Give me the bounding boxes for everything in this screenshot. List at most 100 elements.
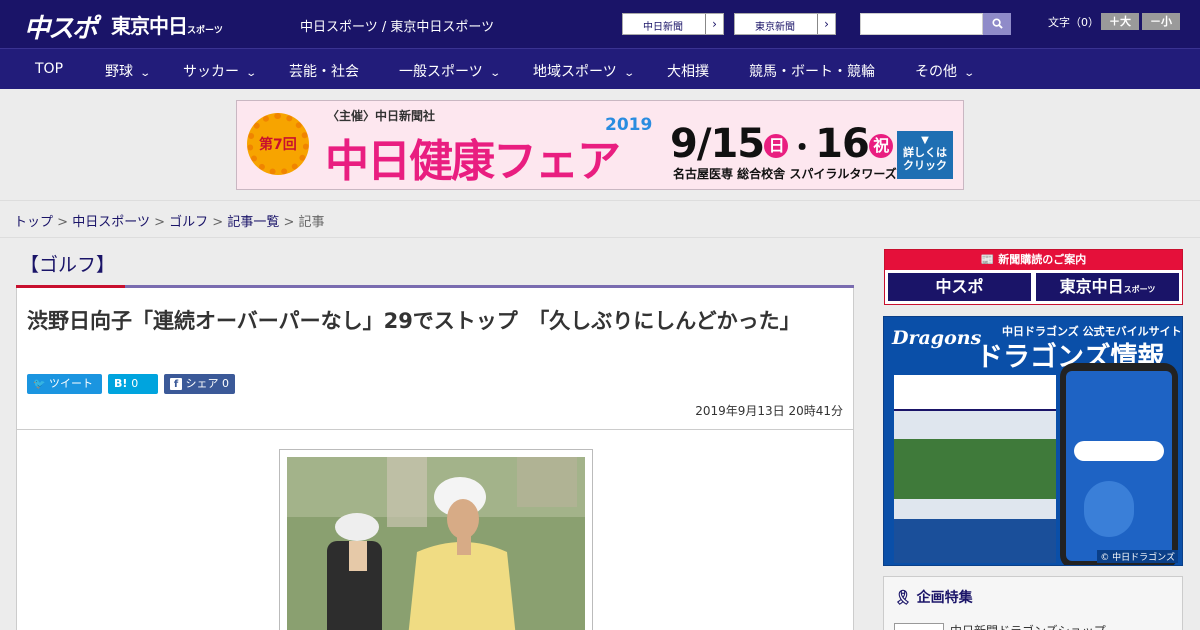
day1-badge: 日 [764,134,789,158]
nav-item-top[interactable]: TOP [35,61,63,77]
feature-heading-label: 企画特集 [916,590,973,606]
site-header: 中スポ 東京中日スポーツ 中日スポーツ / 東京中日スポーツ 中日新聞 › 東京… [0,0,1200,48]
fb-label: シェア [185,377,219,390]
hatena-bookmark-button[interactable]: B! 0 [108,374,158,394]
tokyo-chunichi-logo[interactable]: 東京中日スポーツ [111,10,223,39]
banner-venue: 名古屋医専 総合校舎 スパイラルタワーズ [673,167,897,181]
twitter-icon: 🐦 [33,379,46,390]
dragons-copyright: © 中日ドラゴンズ [1097,550,1178,563]
arrow-down-icon: ▼ [921,135,929,146]
article-card: 渋野日向子「連続オーバーパーなし」29でストップ 「久しぶりにしんどかった」 🐦… [16,288,854,630]
chevron-down-icon: ⌄ [623,68,635,79]
header-tagline: 中日スポーツ / 東京中日スポーツ [300,20,495,35]
chevron-right-icon: › [705,14,723,34]
date-separator: ・ [788,131,816,164]
breadcrumb-separator: > [283,215,295,230]
nav-label: TOP [35,61,64,77]
nav-item-sumo[interactable]: 大相撲 [667,61,709,81]
phone-mockup [1060,363,1178,565]
nav-item-soccer[interactable]: サッカー ⌄ [183,61,258,81]
day2-badge: 祝 [868,134,893,158]
chevron-down-icon: ⌄ [245,68,258,79]
nav-item-general-sports[interactable]: 一般スポーツ ⌄ [399,61,501,81]
menu-grid [894,519,1056,563]
search-input[interactable] [860,13,983,35]
nav-label: 野球 [105,64,133,80]
chevron-down-icon: ⌄ [489,68,501,79]
breadcrumb: トップ > 中日スポーツ > ゴルフ > 記事一覧 > 記事 [14,211,325,230]
banner-host: 〈主催〉中日新聞社 [327,109,436,123]
scoreboard-grid [894,375,1056,411]
banner-cta[interactable]: ▼ 詳しくはクリック [897,131,953,179]
tweet-button[interactable]: 🐦 ツイート [27,374,102,394]
ribbon-icon: 🎗 [894,590,912,606]
nav-label: サッカー [183,64,239,80]
breadcrumb-separator: > [154,215,165,230]
breadcrumb-article-list[interactable]: 記事一覧 [227,215,279,230]
nav-label: その他 [915,64,957,80]
search-button[interactable] [983,13,1011,35]
article-category: 【ゴルフ】 [20,254,116,276]
field-graphic [894,439,1056,499]
subscribe-tokyo-label: 東京中日 [1059,277,1124,296]
dragons-brand: Dragons [892,327,982,349]
nav-label: 地域スポーツ [533,64,617,80]
subscription-heading-label: 新聞購読のご案内 [998,253,1087,266]
nav-item-entertainment[interactable]: 芸能・社会 [289,61,359,81]
mascot-doala [1084,481,1134,537]
facebook-share-button[interactable]: f シェア 0 [164,374,235,394]
article-datetime: 2019年9月13日 20時41分 [695,404,843,418]
chuspo-logo[interactable]: 中スポ [24,8,98,45]
edition-label: 第7回 [259,137,297,153]
tokyo-logo-text: 東京中日 [111,14,188,38]
subscription-box: 📰 新聞購読のご案内 中スポ 東京中日スポーツ [884,249,1183,305]
chunichi-shimbun-link[interactable]: 中日新聞 › [622,13,724,35]
banner-year: 2019 [605,115,653,135]
subscription-heading: 📰 新聞購読のご案内 [885,250,1182,270]
feature-item-link[interactable]: 中日新聞ドラゴンズショップ [950,622,1106,630]
health-fair-banner[interactable]: 第7回 〈主催〉中日新聞社 中日健康フェア 2019 9/15 日・16 祝 名古屋… [236,100,964,190]
nav-item-regional-sports[interactable]: 地域スポーツ ⌄ [533,61,635,81]
date-second: 16 [815,121,870,167]
nav-item-other[interactable]: その他 ⌄ [915,61,976,81]
chevron-down-icon: ⌄ [139,68,152,79]
subscribe-tokyo-button[interactable]: 東京中日スポーツ [1036,273,1179,301]
article-photo[interactable] [279,449,593,630]
main-nav: TOP 野球 ⌄ サッカー ⌄ 芸能・社会 一般スポーツ ⌄ 地域スポーツ ⌄ 大相撲 … [0,48,1200,89]
article-title: 渋野日向子「連続オーバーパーなし」29でストップ 「久しぶりにしんどかった」 [27,309,801,333]
tokyo-shimbun-link[interactable]: 東京新聞 › [734,13,836,35]
font-larger-button[interactable]: ＋大 [1101,13,1139,30]
nav-label: 一般スポーツ [399,64,483,80]
banner-dates: 9/15 日・16 祝 [670,121,893,167]
tokyo-shimbun-label: 東京新聞 [755,22,795,33]
feature-heading: 🎗 企画特集 [894,587,973,607]
feature-box: 🎗 企画特集 中日新聞ドラゴンズショップ [883,576,1183,630]
phone-screen [1066,371,1172,561]
breadcrumb-chunichi-sports[interactable]: 中日スポーツ [72,215,150,230]
breadcrumb-top[interactable]: トップ [14,215,53,230]
breadcrumb-golf[interactable]: ゴルフ [169,215,208,230]
breadcrumb-bar: トップ > 中日スポーツ > ゴルフ > 記事一覧 > 記事 [0,200,1200,238]
subscribe-chuspo-button[interactable]: 中スポ [888,273,1031,301]
banner-cta-label: 詳しくはクリック [903,146,947,172]
golfer-photo [287,457,585,630]
date-main: 9/15 [670,121,765,167]
nav-label: 芸能・社会 [289,64,359,80]
tokyo-logo-small: スポーツ [187,26,223,36]
font-smaller-button[interactable]: －小 [1142,13,1180,30]
hatena-count: 0 [131,377,139,390]
chunichi-shimbun-label: 中日新聞 [643,22,683,33]
banner-title: 中日健康フェア [325,136,621,187]
hatena-label: B! [114,377,128,390]
nav-item-baseball[interactable]: 野球 ⌄ [105,61,152,81]
facebook-icon: f [170,378,182,390]
breadcrumb-separator: > [57,215,69,230]
nav-label: 大相撲 [667,64,709,80]
edition-sun-badge: 第7回 [247,113,309,175]
font-size-label: 文字（0） [1048,16,1099,29]
nav-label: 競馬・ボート・競輪 [749,64,875,80]
chevron-down-icon: ⌄ [963,68,976,79]
nav-item-racing[interactable]: 競馬・ボート・競輪 [749,61,875,81]
dragons-mobile-ad[interactable]: Dragons 中日ドラゴンズ 公式モバイルサイト ドラゴンズ情報 © 中日ドラ… [883,316,1183,566]
breadcrumb-current: 記事 [298,215,325,230]
